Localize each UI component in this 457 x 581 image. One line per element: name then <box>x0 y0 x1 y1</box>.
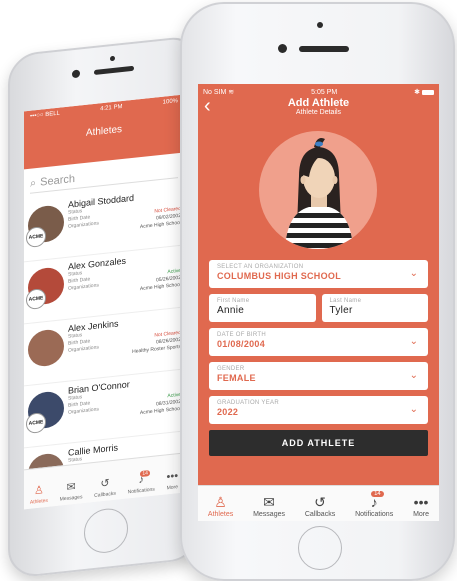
tab-label: Callbacks <box>94 490 116 499</box>
more-icon: ••• <box>166 470 179 484</box>
organization-value: COLUMBUS HIGH SCHOOL <box>217 271 341 281</box>
avatar-illustration <box>285 138 353 249</box>
add-athlete-screen: No SIM ≋ 5:05 PM ✱ ‹ Add Athlete Athlete… <box>198 84 439 521</box>
carrier-text: •••○○ BELL <box>30 110 60 120</box>
tab-label: Messages <box>253 511 285 518</box>
page-subtitle: Athlete Details <box>295 109 342 116</box>
grad-year-value: 2022 <box>217 407 239 417</box>
tab-label: Athletes <box>29 497 48 506</box>
front-camera <box>278 44 287 53</box>
status-bar: •••○○ BELL 4:21 PM 100% <box>24 95 184 121</box>
chat-icon: ✉ <box>263 494 275 510</box>
organization-badge: ACME <box>26 226 46 249</box>
home-button[interactable] <box>298 526 342 570</box>
page-title: Athletes <box>85 124 123 139</box>
tab-messages[interactable]: ✉ Messages <box>59 479 83 503</box>
callback-icon: ↺ <box>314 494 326 510</box>
graduation-year-select[interactable]: GRADUATION YEAR 2022 ⌄ <box>209 396 428 424</box>
search-input[interactable]: Search <box>40 173 75 189</box>
athletes-header: •••○○ BELL 4:21 PM 100% Athletes <box>24 94 184 170</box>
tab-label: Notifications <box>127 486 155 496</box>
front-phone-frame: No SIM ≋ 5:05 PM ✱ ‹ Add Athlete Athlete… <box>180 2 455 581</box>
chat-icon: ✉ <box>66 480 76 494</box>
notification-count-badge: 14 <box>371 491 384 497</box>
tab-messages[interactable]: ✉ Messages <box>253 495 285 518</box>
tab-athletes[interactable]: ♙ Athletes <box>29 483 48 506</box>
athlete-avatar <box>28 328 64 368</box>
organization-badge: ACME <box>26 288 46 311</box>
back-arrow-icon[interactable]: ‹ <box>204 96 211 116</box>
gender-value: FEMALE <box>217 373 256 383</box>
first-name-label: First Name <box>217 298 250 304</box>
athlete-avatar: ACME <box>26 204 64 249</box>
sensor-dot <box>317 22 323 28</box>
bell-icon: ♪ <box>370 494 378 510</box>
tab-more[interactable]: ••• More <box>167 470 179 491</box>
first-name-value[interactable]: Annie <box>217 305 308 316</box>
chevron-down-icon: ⌄ <box>409 370 418 381</box>
earpiece-speaker <box>94 65 134 75</box>
notification-count-badge: 14 <box>140 470 150 478</box>
search-icon: ⌕ <box>30 176 37 190</box>
chevron-down-icon: ⌄ <box>409 404 418 415</box>
organization-select[interactable]: SELECT AN ORGANIZATION COLUMBUS HIGH SCH… <box>209 260 428 288</box>
last-name-value[interactable]: Tyler <box>330 305 421 316</box>
athlete-form: SELECT AN ORGANIZATION COLUMBUS HIGH SCH… <box>209 260 428 456</box>
status-time: 5:05 PM <box>311 88 338 96</box>
organization-label: SELECT AN ORGANIZATION <box>217 264 304 270</box>
sensor-dot <box>110 55 115 62</box>
tab-label: Athletes <box>207 511 234 518</box>
tab-notifications[interactable]: ♪ 14 Notifications <box>127 470 155 496</box>
wifi-icon: ≋ <box>228 89 235 96</box>
chevron-down-icon: ⌄ <box>409 336 418 347</box>
nav-bar: ‹ Add Athlete Athlete Details <box>198 96 439 124</box>
person-icon: ♙ <box>214 494 227 510</box>
back-phone-frame: •••○○ BELL 4:21 PM 100% Athletes ⌕ Searc… <box>8 34 200 579</box>
tab-callbacks[interactable]: ↺ Callbacks <box>94 476 116 499</box>
status-bar: No SIM ≋ 5:05 PM ✱ <box>198 84 439 96</box>
add-athlete-button[interactable]: ADD ATHLETE <box>209 430 428 456</box>
tab-more[interactable]: ••• More <box>413 495 429 518</box>
front-camera <box>72 69 80 79</box>
last-name-label: Last Name <box>329 298 362 304</box>
bluetooth-icon: ✱ <box>414 89 421 96</box>
more-icon: ••• <box>413 494 429 510</box>
person-icon: ♙ <box>33 484 44 498</box>
athlete-avatar: ACME <box>26 390 64 435</box>
tab-label: Notifications <box>355 511 394 518</box>
tab-label: More <box>166 484 179 492</box>
tab-label: Callbacks <box>304 511 336 518</box>
dob-value: 01/08/2004 <box>217 339 266 349</box>
tab-callbacks[interactable]: ↺ Callbacks <box>305 495 335 518</box>
dob-label: DATE OF BIRTH <box>217 332 267 338</box>
athlete-avatar: ACME <box>26 266 64 311</box>
tab-label: Messages <box>59 494 83 503</box>
gender-select[interactable]: GENDER FEMALE ⌄ <box>209 362 428 390</box>
date-of-birth-select[interactable]: DATE OF BIRTH 01/08/2004 ⌄ <box>209 328 428 356</box>
tab-notifications[interactable]: ♪ 14 Notifications <box>355 491 394 518</box>
grad-year-label: GRADUATION YEAR <box>217 400 279 406</box>
battery-icon <box>421 89 434 95</box>
tab-label: More <box>413 511 430 518</box>
organization-badge: ACME <box>26 412 46 435</box>
battery-text: 100% <box>162 98 178 106</box>
page-title: Add Athlete <box>287 97 350 109</box>
earpiece-speaker <box>299 46 349 52</box>
gender-label: GENDER <box>217 366 245 372</box>
home-button[interactable] <box>84 506 128 556</box>
callback-icon: ↺ <box>100 477 110 491</box>
athletes-list-screen: •••○○ BELL 4:21 PM 100% Athletes ⌕ Searc… <box>24 94 184 510</box>
status-time: 4:21 PM <box>100 103 123 113</box>
tab-athletes[interactable]: ♙ Athletes <box>208 495 233 518</box>
battery-area: ✱ <box>414 88 434 96</box>
bottom-tab-bar: ♙ Athletes ✉ Messages ↺ Callbacks ♪ 14 Notificat… <box>198 485 439 521</box>
last-name-field[interactable]: Last Name Tyler <box>321 294 428 322</box>
first-name-field[interactable]: First Name Annie <box>209 294 316 322</box>
chevron-down-icon: ⌄ <box>409 268 418 279</box>
athlete-avatar[interactable] <box>259 131 377 249</box>
